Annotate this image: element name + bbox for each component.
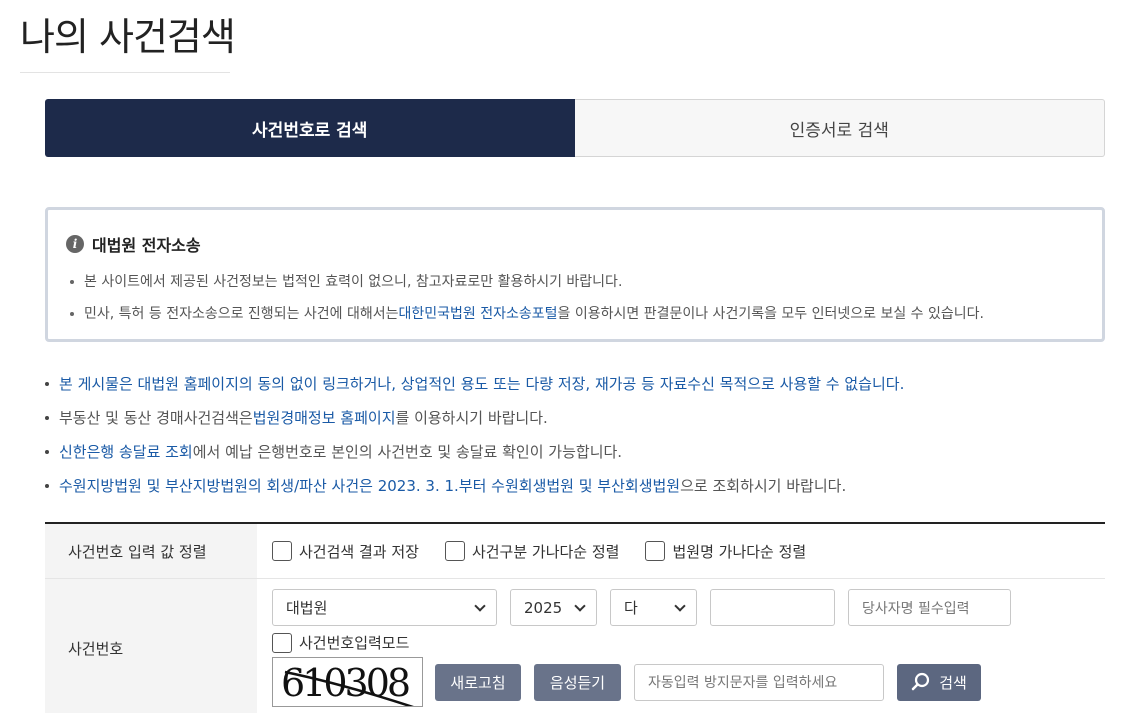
shinhan-fee-link[interactable]: 신한은행 송달료 조회 [59, 435, 193, 469]
notice-box: i 대법원 전자소송 본 사이트에서 제공된 사건정보는 법적인 효력이 없으니… [45, 207, 1105, 342]
sort-options: 사건검색 결과 저장 사건구분 가나다순 정렬 법원명 가나다순 정렬 [257, 524, 1105, 578]
bullet-icon [70, 312, 74, 316]
notice-text: 민사, 특허 등 전자소송으로 진행되는 사건에 대해서는 [84, 306, 399, 322]
bullet-icon [70, 280, 74, 284]
bullet-icon [45, 484, 49, 488]
auction-site-link[interactable]: 법원경매정보 홈페이지 [253, 401, 396, 435]
info-list: 본 게시물은 대법원 홈페이지의 동의 없이 링크하거나, 상업적인 용도 또는… [45, 367, 1105, 503]
year-select[interactable]: 2025 [510, 589, 597, 626]
checkbox-label: 법원명 가나다순 정렬 [672, 542, 807, 561]
notice-line: 본 사이트에서 제공된 사건정보는 법적인 효력이 없으니, 참고자료로만 활용… [66, 266, 1082, 298]
info-text: 본 게시물은 대법원 홈페이지의 동의 없이 링크하거나, 상업적인 용도 또는… [59, 375, 905, 393]
captcha-graphic: 610308 [281, 661, 414, 706]
checkbox-box[interactable] [444, 541, 465, 561]
info-icon: i [66, 235, 84, 253]
search-button-label: 검색 [939, 673, 967, 692]
case-type-select-value: 다 [624, 599, 638, 617]
rehabilitation-court-link[interactable]: 수원지방법원 및 부산지방법원의 회생/파산 사건은 2023. 3. 1.부터… [59, 469, 680, 503]
captcha-input[interactable]: 자동입력 방지문자를 입력하세요 [634, 663, 884, 701]
captcha-line: 610308 새로고침 음성듣기 자동입력 방지문자를 입력하세요 검색 [272, 657, 1105, 707]
checkbox-box[interactable] [272, 632, 292, 653]
case-number-inputs: 대법원 2025 다 당사자명 필수입력 사건번호입력모드 610308 새로고… [257, 579, 1105, 713]
checkbox-box[interactable] [272, 541, 292, 561]
case-number-input[interactable] [710, 589, 835, 626]
search-form: 사건번호 입력 값 정렬 사건검색 결과 저장 사건구분 가나다순 정렬 법원명… [45, 522, 1105, 713]
case-type-select[interactable]: 다 [610, 589, 697, 626]
info-text: 를 이용하시기 바랍니다. [395, 409, 548, 427]
notice-title: 대법원 전자소송 [92, 236, 201, 255]
ecourt-portal-link[interactable]: 대한민국법원 전자소송포털 [399, 298, 558, 330]
notice-text: 을 이용하시면 판결문이나 사건기록을 모두 인터넷으로 보실 수 있습니다. [557, 306, 984, 322]
bullet-icon [45, 450, 49, 454]
sort-label: 사건번호 입력 값 정렬 [45, 524, 257, 578]
info-text: 부동산 및 동산 경매사건검색은 [59, 409, 253, 427]
input-mode-checkbox[interactable]: 사건번호입력모드 [272, 632, 409, 653]
tab-certificate[interactable]: 인증서로 검색 [574, 99, 1105, 157]
checkbox-label: 사건검색 결과 저장 [299, 542, 419, 561]
info-text: 으로 조회하시기 바랍니다. [680, 477, 847, 495]
notice-heading: i 대법원 전자소송 [66, 232, 1082, 256]
notice-line: 민사, 특허 등 전자소송으로 진행되는 사건에 대해서는 대한민국법원 전자소… [66, 298, 1082, 330]
captcha-image: 610308 [272, 657, 423, 707]
search-button[interactable]: 검색 [897, 663, 981, 701]
chevron-down-icon [674, 599, 686, 612]
sort-court-name-checkbox[interactable]: 법원명 가나다순 정렬 [645, 541, 806, 562]
input-mode-line: 사건번호입력모드 [272, 632, 1105, 653]
court-select[interactable]: 대법원 [272, 589, 497, 626]
search-tabs: 사건번호로 검색 인증서로 검색 [45, 99, 1105, 157]
sort-row: 사건번호 입력 값 정렬 사건검색 결과 저장 사건구분 가나다순 정렬 법원명… [45, 524, 1105, 579]
info-line: 부동산 및 동산 경매사건검색은 법원경매정보 홈페이지 를 이용하시기 바랍니다… [45, 401, 1105, 435]
checkbox-label: 사건번호입력모드 [299, 634, 410, 652]
info-line: 본 게시물은 대법원 홈페이지의 동의 없이 링크하거나, 상업적인 용도 또는… [45, 367, 1105, 401]
sort-case-type-checkbox[interactable]: 사건구분 가나다순 정렬 [444, 541, 620, 562]
info-text: 에서 예납 은행번호로 본인의 사건번호 및 송달료 확인이 가능합니다. [192, 443, 623, 461]
title-underline [20, 72, 230, 73]
info-line: 신한은행 송달료 조회 에서 예납 은행번호로 본인의 사건번호 및 송달료 확인… [45, 435, 1105, 469]
info-line: 수원지방법원 및 부산지방법원의 회생/파산 사건은 2023. 3. 1.부터… [45, 469, 1105, 503]
tab-case-number[interactable]: 사건번호로 검색 [45, 99, 575, 157]
court-select-value: 대법원 [286, 599, 328, 617]
search-icon [911, 672, 930, 691]
chevron-down-icon [474, 599, 486, 612]
year-select-value: 2025 [524, 598, 563, 617]
page-title: 나의 사건검색 [20, 15, 236, 59]
bullet-icon [45, 416, 49, 420]
checkbox-label: 사건구분 가나다순 정렬 [471, 542, 620, 561]
checkbox-box[interactable] [645, 541, 666, 561]
refresh-captcha-button[interactable]: 새로고침 [435, 663, 521, 701]
case-number-row: 사건번호 대법원 2025 다 당사자명 필수입력 사건번호입력모드 61030… [45, 579, 1105, 713]
party-name-input[interactable]: 당사자명 필수입력 [848, 589, 1011, 626]
chevron-down-icon [574, 599, 586, 612]
save-results-checkbox[interactable]: 사건검색 결과 저장 [272, 541, 419, 562]
case-number-label: 사건번호 [45, 579, 257, 713]
audio-captcha-button[interactable]: 음성듣기 [534, 663, 621, 701]
notice-text: 본 사이트에서 제공된 사건정보는 법적인 효력이 없으니, 참고자료로만 활용… [84, 274, 623, 290]
case-input-line: 대법원 2025 다 당사자명 필수입력 [272, 589, 1105, 626]
bullet-icon [45, 382, 49, 386]
